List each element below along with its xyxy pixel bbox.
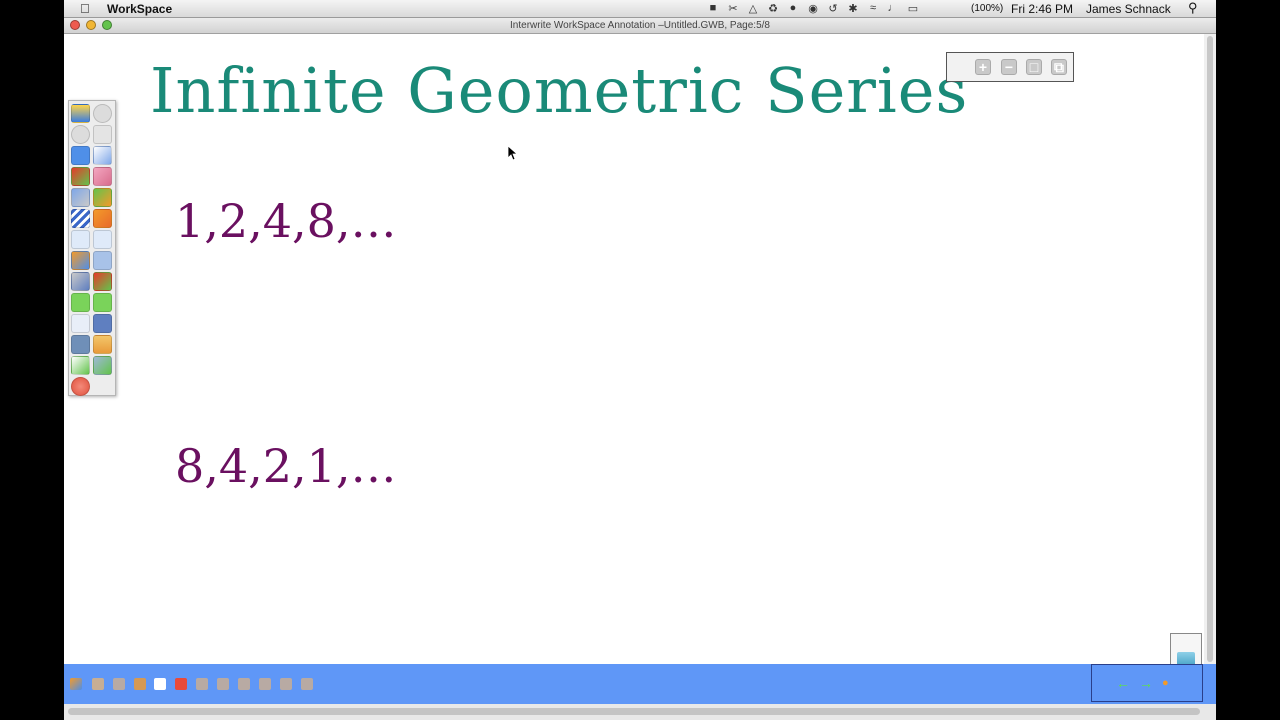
zoom-out-button[interactable]: − (1001, 59, 1017, 75)
user-profile-icon[interactable] (93, 335, 112, 354)
vertical-scrollbar[interactable] (1204, 34, 1216, 664)
menu-tool-icon[interactable] (71, 104, 90, 123)
redo-icon[interactable] (113, 678, 125, 690)
window-title: Interwrite WorkSpace Annotation –Untitle… (510, 20, 770, 31)
bluetooth-icon[interactable]: ✱ (846, 1, 860, 15)
math-tools-icon[interactable] (71, 356, 90, 375)
page-heading: Infinite Geometric Series (150, 54, 969, 127)
list-view-icon[interactable] (71, 314, 90, 333)
menu-bar:  WorkSpace ■ ✂ △ ♻ ● ◉ ↺ ✱ ≈ ♩ ▭ (100%)… (64, 0, 1216, 18)
page-options-icon[interactable]: ● (1162, 677, 1169, 689)
line-tool-icon[interactable] (71, 188, 90, 207)
send-backward-icon[interactable] (259, 678, 271, 690)
time-machine-icon[interactable]: ↺ (826, 1, 840, 15)
spotlight-search-icon[interactable]: ⚲ (1188, 0, 1198, 16)
status-tray: ■ ✂ △ ♻ ● ◉ ↺ ✱ ≈ ♩ ▭ (706, 1, 920, 15)
recorder-icon[interactable] (93, 356, 112, 375)
vertical-scroll-thumb[interactable] (1207, 36, 1213, 662)
next-page-arrow-icon[interactable] (93, 293, 112, 312)
zoom-toolbar: + − □ ⧉ (946, 52, 1074, 82)
eye-icon[interactable]: ◉ (806, 1, 820, 15)
lock-icon[interactable]: ● (786, 1, 800, 15)
google-drive-icon[interactable]: △ (746, 1, 760, 15)
print-icon[interactable] (93, 251, 112, 270)
volume-icon[interactable]: ♩ (886, 1, 900, 15)
exit-tool-icon[interactable] (71, 377, 90, 396)
text-recognition-icon[interactable] (93, 272, 112, 291)
undo-icon[interactable] (92, 678, 104, 690)
app-menu-name[interactable]: WorkSpace (107, 2, 172, 16)
wifi-icon[interactable]: ≈ (866, 1, 880, 15)
camera-icon[interactable] (71, 335, 90, 354)
apple-menu-icon[interactable]:  (80, 1, 90, 16)
zoom-in-button[interactable]: + (975, 59, 991, 75)
page-icon[interactable]: □ (1026, 59, 1042, 75)
previous-page-icon[interactable]: ← (1116, 675, 1130, 691)
battery-percentage: (100%) (971, 3, 1004, 14)
previous-page-arrow-icon[interactable] (71, 293, 90, 312)
page-sorter-icon[interactable] (93, 230, 112, 249)
clock[interactable]: Fri 2:46 PM (1011, 2, 1073, 16)
dropbox-icon[interactable]: ■ (706, 1, 720, 15)
pointer-tool-icon[interactable] (71, 146, 90, 165)
mouse-cursor-icon (507, 145, 517, 161)
bottom-toolbar: ← → ● (64, 664, 1216, 704)
gallery-icon[interactable] (70, 678, 82, 690)
ungroup-icon[interactable] (217, 678, 229, 690)
next-page-icon[interactable]: → (1139, 675, 1153, 691)
battery-icon[interactable]: ▭ (906, 1, 920, 15)
window-title-bar[interactable]: Interwrite WorkSpace Annotation –Untitle… (64, 18, 1216, 34)
user-name[interactable]: James Schnack (1086, 2, 1171, 16)
sync-icon[interactable]: ♻ (766, 1, 780, 15)
group-icon[interactable] (196, 678, 208, 690)
sequence-decreasing: 8,4,2,1,… (175, 439, 397, 493)
horizontal-scroll-thumb[interactable] (68, 708, 1200, 715)
clear-x-icon[interactable] (93, 209, 112, 228)
duplicate-icon[interactable] (280, 678, 292, 690)
fit-page-icon[interactable]: ⧉ (1051, 59, 1067, 75)
horizontal-scrollbar[interactable] (64, 704, 1216, 720)
tool-palette (68, 100, 116, 396)
select-circle-icon[interactable] (93, 104, 112, 123)
annotation-canvas[interactable]: Infinite Geometric Series 1,2,4,8,… 8,4,… (64, 34, 1204, 677)
page-navigation-box: ← → ● (1091, 664, 1203, 702)
pen-tool-icon[interactable] (93, 146, 112, 165)
gallery-icon[interactable] (71, 251, 90, 270)
paste-icon[interactable] (175, 678, 187, 690)
scissors-icon[interactable]: ✂ (726, 1, 740, 15)
save-icon[interactable] (93, 314, 112, 333)
mouse-mode-icon[interactable] (93, 125, 112, 144)
spotlight-tool-icon[interactable] (71, 125, 90, 144)
highlighter-icon[interactable] (71, 167, 90, 186)
new-page-icon[interactable] (71, 230, 90, 249)
fill-tool-icon[interactable] (71, 209, 90, 228)
ruler-tool-icon[interactable] (71, 272, 90, 291)
cut-icon[interactable] (134, 678, 146, 690)
eraser-icon[interactable] (93, 167, 112, 186)
workspace-window: Interwrite WorkSpace Annotation –Untitle… (64, 18, 1216, 720)
lock-object-icon[interactable] (301, 678, 313, 690)
copy-icon[interactable] (154, 678, 166, 690)
bring-forward-icon[interactable] (238, 678, 250, 690)
sequence-increasing: 1,2,4,8,… (175, 194, 397, 248)
shapes-tool-icon[interactable] (93, 188, 112, 207)
